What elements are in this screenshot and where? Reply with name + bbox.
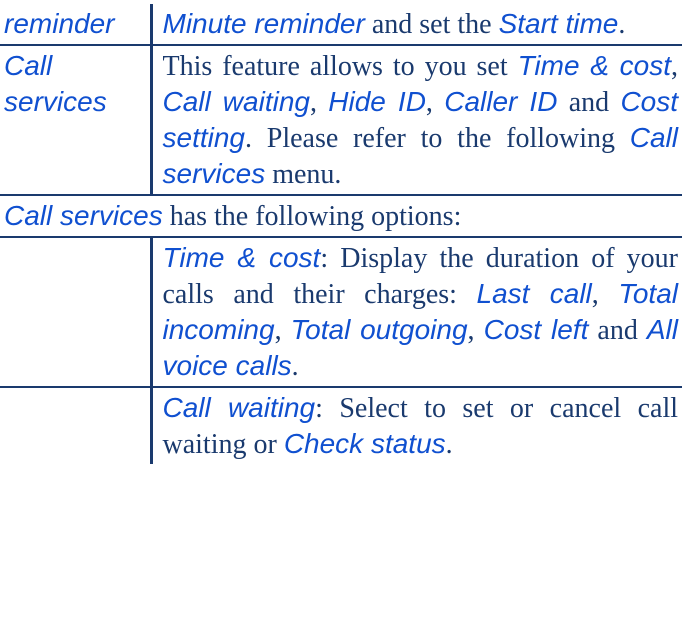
term-call-waiting: Call waiting bbox=[163, 86, 310, 117]
term-caller-id: Caller ID bbox=[444, 86, 557, 117]
text: , bbox=[592, 279, 619, 310]
row-label-cell: Call services bbox=[0, 45, 151, 195]
term-check-status: Check status bbox=[284, 428, 446, 459]
row-desc-cell: Time & cost: Display the duration of you… bbox=[151, 237, 682, 387]
term-start-time: Start time bbox=[499, 8, 619, 39]
term-time-cost-2: Time & cost bbox=[163, 242, 321, 273]
term-last-call: Last call bbox=[477, 278, 592, 309]
section-cell: Call services has the following options: bbox=[0, 195, 682, 237]
text: , bbox=[671, 51, 678, 82]
row-label-cell bbox=[0, 237, 151, 387]
text: . bbox=[292, 351, 299, 382]
text: This feature allows to you set bbox=[163, 51, 518, 82]
text: has the following options: bbox=[163, 201, 462, 232]
term-call-services-heading: Call services bbox=[4, 200, 163, 231]
text: , bbox=[310, 87, 328, 118]
term-call-waiting-2: Call waiting bbox=[163, 392, 316, 423]
text: . bbox=[618, 9, 625, 40]
term-total-outgoing: Total outgoing bbox=[291, 314, 468, 345]
row-desc-cell: Call waiting: Select to set or cancel ca… bbox=[151, 387, 682, 464]
term-call-services: Call services bbox=[4, 50, 107, 117]
manual-page: reminder Minute reminder and set the Sta… bbox=[0, 0, 682, 464]
text: and bbox=[557, 87, 620, 118]
text: , bbox=[426, 87, 444, 118]
features-table: reminder Minute reminder and set the Sta… bbox=[0, 4, 682, 464]
table-row: Call services This feature allows to you… bbox=[0, 45, 682, 195]
text: and set the bbox=[365, 9, 499, 40]
section-row: Call services has the following options: bbox=[0, 195, 682, 237]
term-minute-reminder: Minute reminder bbox=[163, 8, 365, 39]
term-time-cost: Time & cost bbox=[518, 50, 671, 81]
text: , bbox=[275, 315, 291, 346]
term-reminder: reminder bbox=[4, 8, 114, 39]
text: . bbox=[446, 429, 453, 460]
text: menu. bbox=[265, 159, 341, 190]
term-hide-id: Hide ID bbox=[328, 86, 426, 117]
row-label-cell bbox=[0, 387, 151, 464]
row-label-cell: reminder bbox=[0, 4, 151, 45]
text: , bbox=[468, 315, 484, 346]
row-desc-cell: This feature allows to you set Time & co… bbox=[151, 45, 682, 195]
table-row: Call waiting: Select to set or cancel ca… bbox=[0, 387, 682, 464]
table-row: Time & cost: Display the duration of you… bbox=[0, 237, 682, 387]
text: and bbox=[588, 315, 647, 346]
row-desc-cell: Minute reminder and set the Start time. bbox=[151, 4, 682, 45]
term-cost-left: Cost left bbox=[484, 314, 589, 345]
text: . Please refer to the following bbox=[245, 123, 630, 154]
table-row: reminder Minute reminder and set the Sta… bbox=[0, 4, 682, 45]
